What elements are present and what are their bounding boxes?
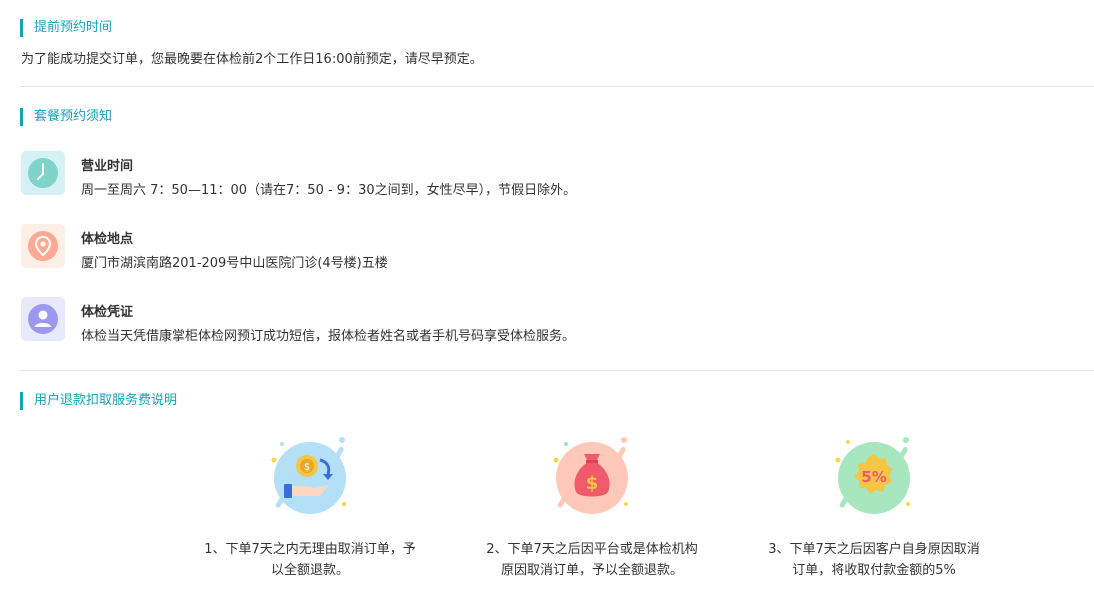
business-hours-title: 营业时间 bbox=[81, 159, 134, 174]
voucher-title: 体检凭证 bbox=[81, 305, 134, 320]
section-title-refund: 用户退款扣取服务费说明 bbox=[20, 392, 177, 410]
percent-badge-label: 5% bbox=[861, 468, 886, 486]
advance-booking-text: 为了能成功提交订单，您最晚要在体检前2个工作日16:00前预定，请尽早预定。 bbox=[21, 52, 483, 67]
refund-item-3-line2: 订单，将收取付款金额的5% bbox=[792, 563, 956, 578]
refund-item-1-line2: 以全额退款。 bbox=[270, 563, 349, 578]
refund-item-2-line2: 原因取消订单，予以全额退款。 bbox=[500, 563, 683, 578]
svg-text:$: $ bbox=[586, 473, 599, 494]
section-title-notice: 套餐预约须知 bbox=[20, 108, 112, 126]
refund-item-2-line1: 2、下单7天之后因平台或是体检机构 bbox=[486, 542, 698, 557]
refund-item-1-line1: 1、下单7天之内无理由取消订单，予 bbox=[204, 542, 416, 557]
user-id-icon bbox=[21, 297, 65, 341]
money-bag-icon: $ bbox=[542, 430, 642, 520]
divider bbox=[20, 370, 1094, 371]
location-desc: 厦门市湖滨南路201-209号中山医院门诊(4号楼)五楼 bbox=[81, 256, 388, 271]
section-title-advance: 提前预约时间 bbox=[20, 19, 112, 37]
location-title: 体检地点 bbox=[81, 232, 134, 247]
coin-hand-icon: $ bbox=[260, 430, 360, 520]
clock-icon bbox=[21, 151, 65, 195]
refund-item-3-line1: 3、下单7天之后因客户自身原因取消 bbox=[768, 542, 980, 557]
business-hours-desc: 周一至周六 7：50—11：00（请在7：50 - 9：30之间到，女性尽早），… bbox=[81, 183, 577, 198]
percent-badge-icon: 5% bbox=[824, 430, 924, 520]
divider bbox=[20, 86, 1094, 87]
location-pin-icon bbox=[21, 224, 65, 268]
svg-text:$: $ bbox=[304, 462, 310, 473]
voucher-desc: 体检当天凭借康掌柜体检网预订成功短信，报体检者姓名或者手机号码享受体检服务。 bbox=[81, 329, 576, 344]
